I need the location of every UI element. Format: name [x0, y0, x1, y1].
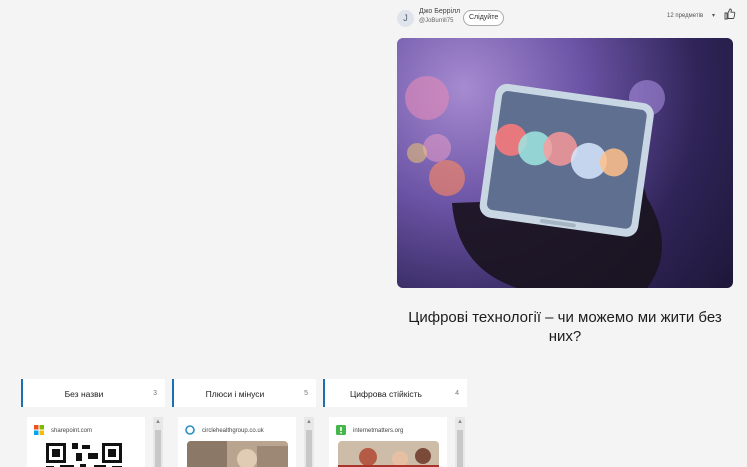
card-sharepoint[interactable]: sharepoint.com: [27, 417, 145, 467]
card-source: sharepoint.com: [51, 428, 93, 434]
card-source: internetmatters.org: [353, 428, 404, 434]
column-scrollbar[interactable]: ▲: [304, 417, 314, 467]
column-header-pros-cons[interactable]: Плюси і мінуси 5: [172, 379, 316, 407]
article-thumbnail: [187, 441, 288, 467]
microsoft-icon: [34, 425, 44, 435]
avatar[interactable]: J: [397, 10, 414, 27]
internetmatters-icon: [336, 425, 346, 435]
hero-image[interactable]: [397, 38, 733, 288]
author-name[interactable]: Джо Беррілл: [419, 8, 460, 15]
article-thumbnail: [338, 441, 439, 467]
card-internetmatters[interactable]: internetmatters.org: [329, 417, 447, 467]
card-circlehealth[interactable]: circlehealthgroup.co.uk: [178, 417, 296, 467]
qr-code-image: [36, 441, 137, 467]
column-title: Без назви: [64, 389, 104, 399]
column-count: 4: [455, 390, 459, 397]
column-scrollbar[interactable]: ▲: [153, 417, 163, 467]
follow-button[interactable]: Слідуйте: [463, 10, 505, 26]
column-header-digital-resilience[interactable]: Цифрова стійкість 4: [323, 379, 467, 407]
column-title: Плюси і мінуси: [205, 389, 265, 399]
column-header-untitled[interactable]: Без назви 3: [21, 379, 165, 407]
chevron-down-icon[interactable]: ▾: [712, 12, 715, 19]
phone-photo: [405, 76, 665, 288]
scroll-up-icon[interactable]: ▲: [457, 419, 463, 425]
scroll-thumb[interactable]: [306, 430, 312, 467]
scroll-up-icon[interactable]: ▲: [155, 419, 161, 425]
post-header: J Джо Беррілл @JoBurrill75 Слідуйте 12 п…: [397, 6, 737, 32]
scroll-up-icon[interactable]: ▲: [306, 419, 312, 425]
scroll-thumb[interactable]: [155, 430, 161, 467]
items-count[interactable]: 12 предметів: [667, 13, 703, 19]
thumbs-up-icon[interactable]: [724, 8, 736, 20]
author-handle: @JoBurrill75: [419, 18, 454, 24]
column-scrollbar[interactable]: ▲: [455, 417, 465, 467]
circle-logo-icon: [185, 425, 195, 435]
scroll-thumb[interactable]: [457, 430, 463, 467]
post-title: Цифрові технології – чи можемо ми жити б…: [408, 309, 722, 345]
column-title: Цифрова стійкість: [350, 389, 422, 399]
column-count: 5: [304, 390, 308, 397]
card-source: circlehealthgroup.co.uk: [202, 428, 264, 434]
column-count: 3: [153, 390, 157, 397]
